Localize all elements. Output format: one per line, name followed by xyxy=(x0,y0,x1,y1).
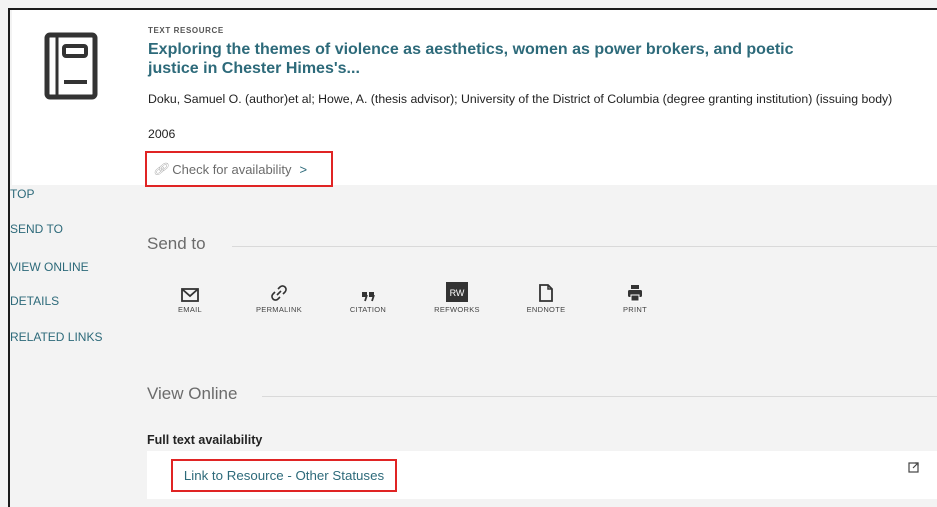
refworks-button[interactable]: RW REFWORKS xyxy=(422,282,492,314)
record-year: 2006 xyxy=(148,127,176,141)
page-frame: TEXT RESOURCE Exploring the themes of vi… xyxy=(8,8,937,507)
permalink-label: PERMALINK xyxy=(255,305,303,314)
view-online-divider xyxy=(262,396,937,397)
permalink-button[interactable]: PERMALINK xyxy=(244,282,314,314)
resource-type-label: TEXT RESOURCE xyxy=(148,26,224,35)
citation-label: CITATION xyxy=(349,305,387,314)
endnote-label: ENDNOTE xyxy=(526,305,566,314)
send-to-heading: Send to xyxy=(147,234,206,253)
nav-item-details[interactable]: DETAILS xyxy=(10,294,59,308)
check-availability-link[interactable]: 🔗︎ Check for availability > xyxy=(145,151,333,187)
availability-label: Check for availability xyxy=(172,161,292,177)
envelope-icon xyxy=(181,288,199,302)
link-icon: 🔗︎ xyxy=(153,162,169,176)
nav-item-send-to[interactable]: SEND TO xyxy=(10,222,63,236)
view-online-heading: View Online xyxy=(147,384,238,403)
send-to-divider xyxy=(232,246,937,247)
chevron-right-icon: > xyxy=(299,161,308,177)
record-authors: Doku, Samuel O. (author)et al; Howe, A. … xyxy=(148,92,893,106)
print-button[interactable]: PRINT xyxy=(600,282,670,314)
nav-item-related-links[interactable]: RELATED LINKS xyxy=(10,330,102,344)
citation-button[interactable]: CITATION xyxy=(333,282,403,314)
nav-item-top[interactable]: TOP xyxy=(10,187,34,201)
link-to-resource[interactable]: Link to Resource - Other Statuses xyxy=(171,459,397,492)
document-icon xyxy=(539,284,553,302)
refworks-badge-text: RW xyxy=(450,288,465,298)
print-label: PRINT xyxy=(623,305,647,314)
refworks-label: REFWORKS xyxy=(434,305,480,314)
printer-icon xyxy=(628,285,642,302)
external-link-icon[interactable] xyxy=(908,462,919,473)
endnote-button[interactable]: ENDNOTE xyxy=(511,282,581,314)
quote-icon xyxy=(362,292,375,302)
record-header: TEXT RESOURCE Exploring the themes of vi… xyxy=(12,10,937,187)
book-icon xyxy=(44,32,98,100)
link-icon xyxy=(271,285,287,301)
email-button[interactable]: EMAIL xyxy=(155,282,225,314)
nav-item-view-online[interactable]: VIEW ONLINE xyxy=(10,260,89,274)
email-label: EMAIL xyxy=(177,305,202,314)
resource-row: Link to Resource - Other Statuses xyxy=(147,451,937,499)
full-text-availability-heading: Full text availability xyxy=(147,433,263,447)
refworks-icon: RW xyxy=(446,282,468,302)
record-title[interactable]: Exploring the themes of violence as aest… xyxy=(148,40,848,78)
